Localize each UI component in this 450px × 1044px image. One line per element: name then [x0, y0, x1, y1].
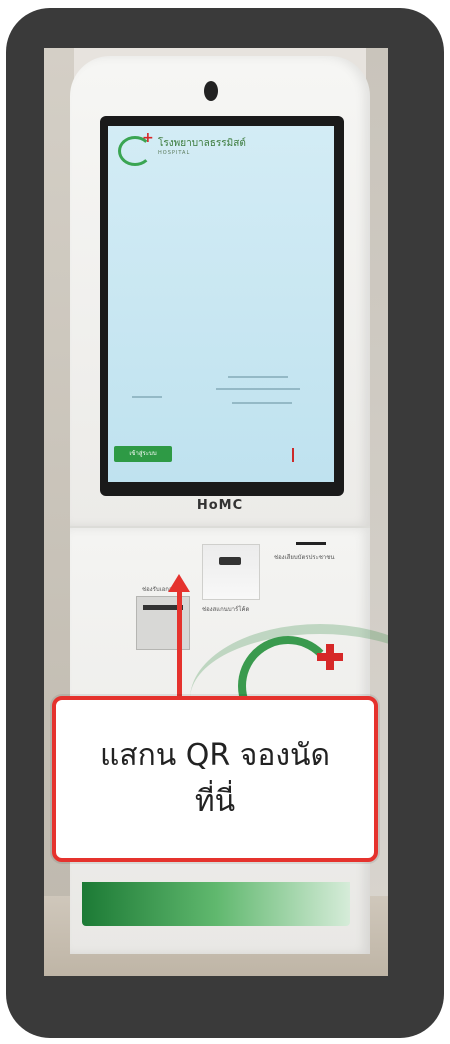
scanner-lens-icon [219, 557, 241, 565]
kiosk-screen[interactable]: + โรงพยาบาลธรรมิสต์ HOSPITAL เข้าสู่ระบบ [108, 126, 334, 482]
screen-login-button[interactable]: เข้าสู่ระบบ [114, 446, 172, 462]
screen-text-line [232, 402, 292, 404]
callout-line-2: ที่นี่ [194, 784, 236, 819]
screen-text-line [228, 376, 288, 378]
camera-icon [204, 81, 218, 101]
screen-hospital-name: โรงพยาบาลธรรมิสต์ [158, 138, 246, 149]
kiosk-top-panel: + โรงพยาบาลธรรมิสต์ HOSPITAL เข้าสู่ระบบ… [70, 56, 370, 526]
screen-text-line [132, 396, 162, 398]
arrow-shaft [177, 588, 182, 698]
card-slot[interactable] [296, 542, 326, 545]
brand-logo: HoMC [196, 498, 244, 513]
callout-box: แสกน QR จองนัด ที่นี่ [52, 696, 378, 862]
qr-scanner-label: ช่องสแกนบาร์โค้ด [202, 606, 250, 613]
card-slot-label: ช่องเสียบบัตรประชาชน [274, 554, 335, 561]
screen-text-line [216, 388, 300, 390]
screen-marker [292, 448, 294, 462]
callout-line-1: แสกน QR จองนัด [99, 738, 331, 773]
screen-hospital-sub: HOSPITAL [158, 150, 191, 156]
screen-bezel: + โรงพยาบาลธรรมิสต์ HOSPITAL เข้าสู่ระบบ [100, 116, 344, 496]
photo-frame: + โรงพยาบาลธรรมิสต์ HOSPITAL เข้าสู่ระบบ… [6, 8, 444, 1038]
qr-scanner[interactable] [202, 544, 260, 600]
kiosk-base-band [82, 882, 350, 926]
plus-icon: + [142, 130, 154, 146]
